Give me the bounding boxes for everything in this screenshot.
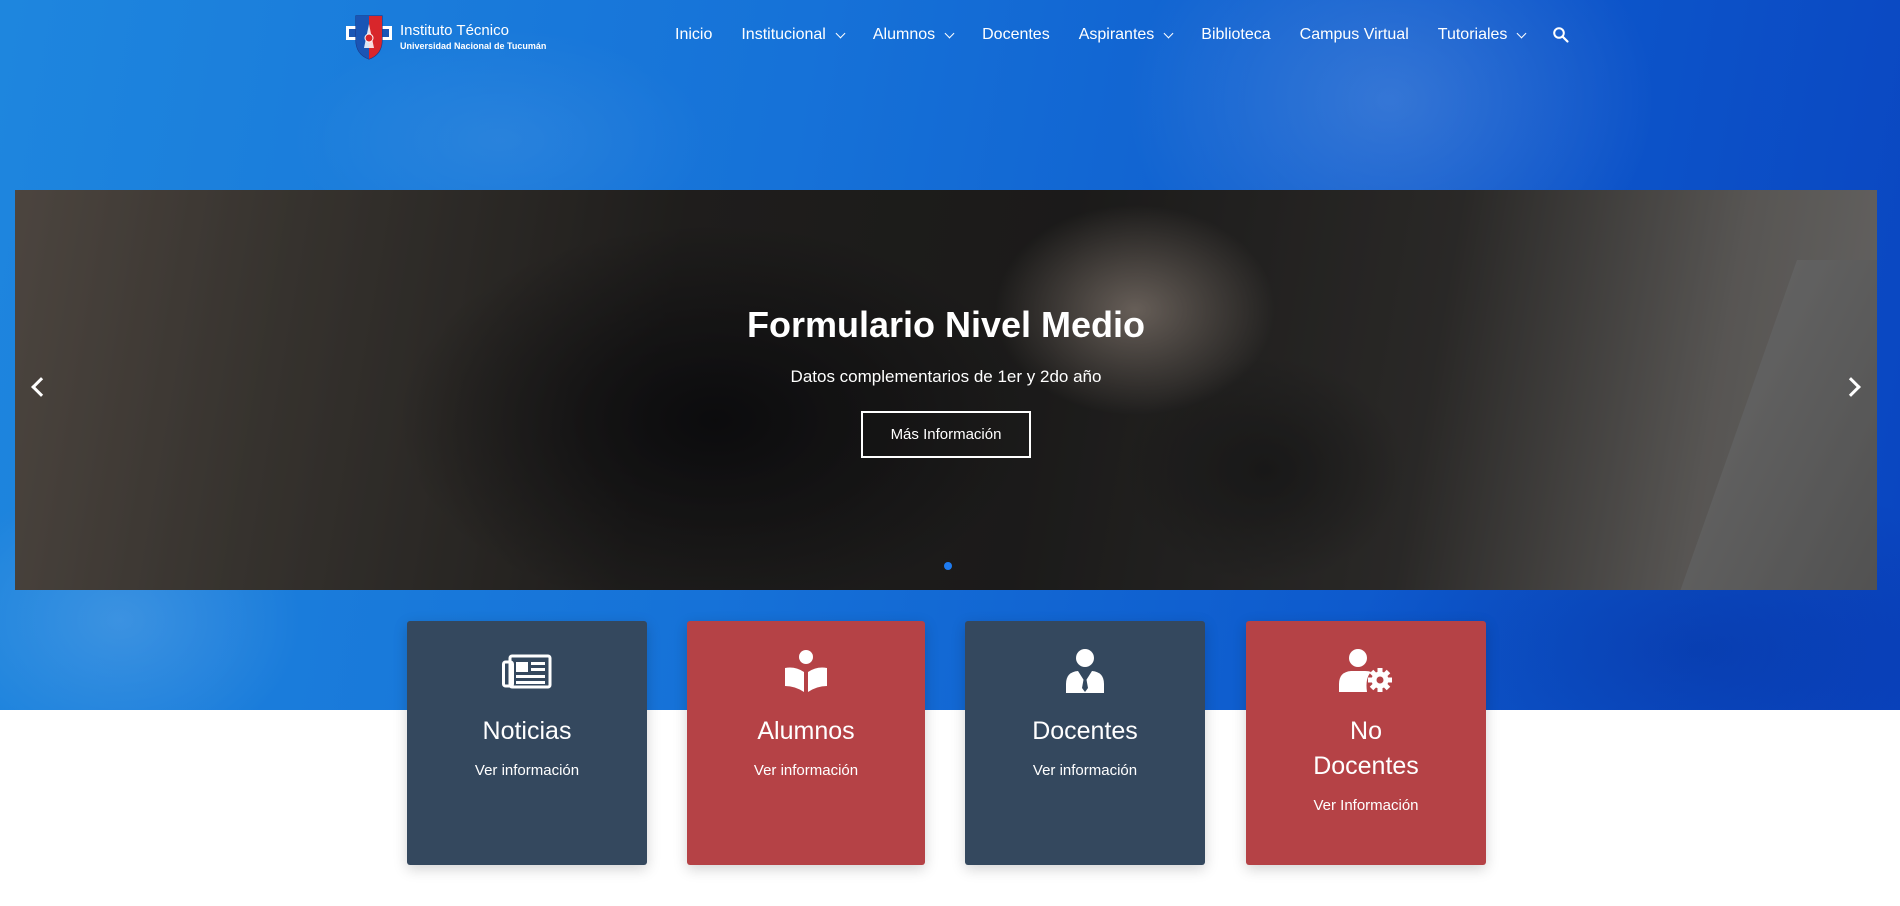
- search-icon[interactable]: [1552, 26, 1570, 44]
- card-title: Docentes: [1032, 717, 1138, 745]
- nav-item-campus-virtual[interactable]: Campus Virtual: [1300, 26, 1409, 44]
- brand-title: Instituto Técnico: [400, 22, 509, 39]
- nav-item-label: Aspirantes: [1078, 26, 1155, 43]
- card-title-line-1: No: [1350, 717, 1382, 745]
- nav-item-label: Institucional: [741, 26, 826, 43]
- chevron-down-icon: [1163, 28, 1174, 38]
- nav-item-inicio[interactable]: Inicio: [675, 26, 712, 44]
- nav-item-biblioteca[interactable]: Biblioteca: [1201, 26, 1270, 44]
- card-title: Alumnos: [757, 717, 855, 745]
- top-navigation: Instituto Técnico Universidad Nacional d…: [0, 0, 1900, 76]
- card-docentes[interactable]: Docentes Ver información: [965, 621, 1205, 865]
- chevron-down-icon: [944, 28, 955, 38]
- nav-item-label: Alumnos: [872, 26, 936, 43]
- more-info-button[interactable]: Más Información: [860, 411, 1032, 458]
- card-no-docentes[interactable]: No Docentes Ver Información: [1246, 621, 1486, 865]
- shield-logo-icon: [346, 15, 392, 60]
- card-link[interactable]: Ver información: [965, 762, 1205, 779]
- nav-item-label: Biblioteca: [1201, 26, 1271, 43]
- nav-item-docentes[interactable]: Docentes: [982, 26, 1050, 44]
- brand-subtitle: Universidad Nacional de Tucumán: [400, 41, 547, 51]
- nav-item-label: Inicio: [675, 26, 713, 43]
- card-link[interactable]: Ver información: [687, 762, 925, 779]
- user-tie-icon: [1066, 649, 1104, 693]
- nav-item-aspirantes[interactable]: Aspirantes: [1078, 26, 1174, 44]
- chevron-down-icon: [835, 28, 846, 38]
- card-link[interactable]: Ver información: [407, 762, 647, 779]
- nav-item-institucional[interactable]: Institucional: [741, 26, 846, 44]
- slider-indicator-dot[interactable]: [944, 562, 952, 570]
- newspaper-icon: [502, 654, 552, 689]
- nav-item-label: Tutoriales: [1437, 26, 1508, 43]
- card-title: No Docentes: [1246, 714, 1486, 784]
- book-reader-icon: [785, 650, 827, 692]
- nav-item-label: Docentes: [982, 26, 1050, 43]
- nav-item-alumnos[interactable]: Alumnos: [872, 26, 955, 44]
- user-cog-icon: [1339, 649, 1392, 692]
- chevron-down-icon: [1516, 28, 1527, 38]
- card-noticias[interactable]: Noticias Ver información: [407, 621, 647, 865]
- main-menu: Inicio Institucional Alumnos Docentes As…: [675, 26, 1570, 44]
- card-title: Noticias: [482, 717, 572, 745]
- card-link[interactable]: Ver Información: [1246, 797, 1486, 814]
- nav-item-label: Campus Virtual: [1299, 26, 1409, 43]
- card-alumnos[interactable]: Alumnos Ver información: [687, 621, 925, 865]
- hero-slider: Formulario Nivel Medio Datos complementa…: [15, 190, 1877, 590]
- site-logo[interactable]: Instituto Técnico Universidad Nacional d…: [346, 14, 546, 60]
- card-title-line-2: Docentes: [1313, 752, 1419, 780]
- slide-title: Formulario Nivel Medio: [746, 304, 1146, 345]
- nav-item-tutoriales[interactable]: Tutoriales: [1437, 26, 1527, 44]
- slide-subtitle: Datos complementarios de 1er y 2do año: [790, 367, 1102, 386]
- slide-caption: Formulario Nivel Medio Datos complementa…: [15, 303, 1877, 458]
